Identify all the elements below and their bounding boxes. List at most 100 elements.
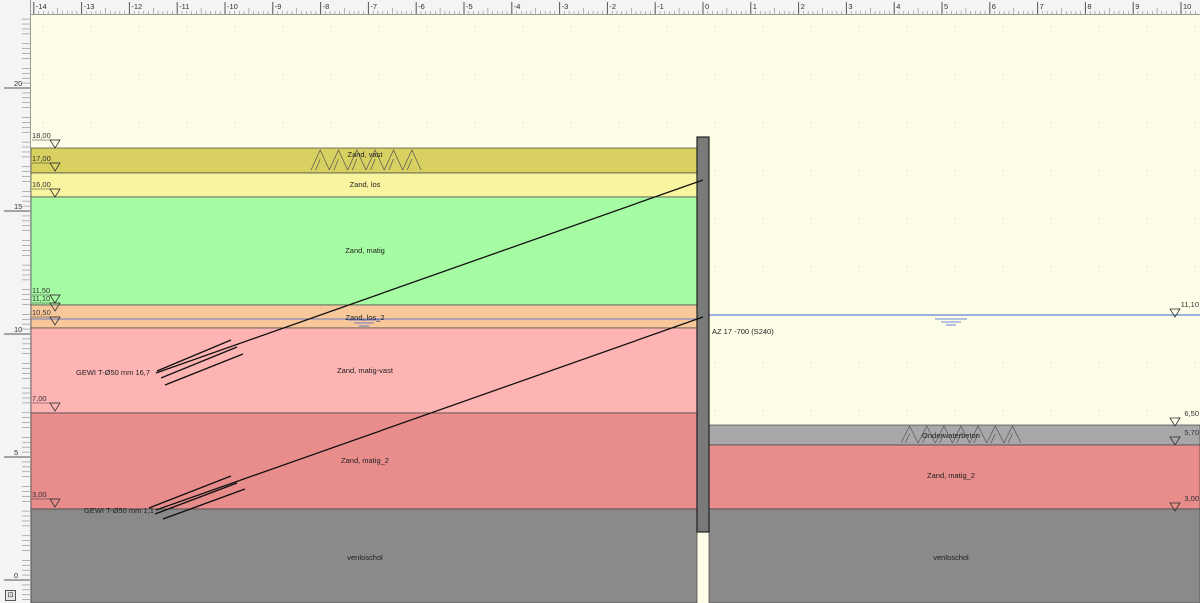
ruler-x-tick-label: -7 bbox=[370, 2, 377, 11]
ruler-x-tick-label: -5 bbox=[466, 2, 473, 11]
grid-dot bbox=[810, 362, 812, 364]
grid-dot bbox=[858, 122, 860, 124]
grid-dot bbox=[714, 410, 716, 412]
grid-dot bbox=[666, 74, 668, 76]
grid-dot bbox=[1098, 362, 1100, 364]
grid-dot bbox=[762, 74, 764, 76]
grid-dot bbox=[1002, 74, 1004, 76]
grid-dot bbox=[90, 122, 92, 124]
grid-dot bbox=[378, 122, 380, 124]
vertical-ruler-scale: 20 15 10 5 0 bbox=[4, 18, 30, 600]
grid-dot bbox=[714, 266, 716, 268]
grid-dot bbox=[1050, 410, 1052, 412]
ruler-x-tick-label: 10 bbox=[1183, 2, 1191, 11]
grid-dot bbox=[330, 74, 332, 76]
grid-dot bbox=[954, 266, 956, 268]
grid-dot bbox=[1194, 218, 1196, 220]
grid-dot bbox=[906, 266, 908, 268]
grid-dot bbox=[474, 26, 476, 28]
grid-dot bbox=[810, 266, 812, 268]
grid-dot bbox=[138, 122, 140, 124]
ruler-y-tick-label: 15 bbox=[14, 202, 22, 211]
vertical-ruler: 20 15 10 5 0 bbox=[0, 0, 31, 603]
grid-dot bbox=[1002, 170, 1004, 172]
grid-dot bbox=[906, 26, 908, 28]
grid-dot bbox=[474, 74, 476, 76]
grid-dot bbox=[762, 362, 764, 364]
grid-dot bbox=[1098, 74, 1100, 76]
level-label: 3,00 bbox=[32, 490, 47, 499]
grid-dot bbox=[714, 74, 716, 76]
grid-dot bbox=[42, 122, 44, 124]
ruler-x-tick-label: -4 bbox=[514, 2, 521, 11]
grid-dot bbox=[858, 26, 860, 28]
sheet-pile-label: AZ 17 -700 (S240) bbox=[712, 327, 774, 336]
left-soil-label: Zand, los bbox=[350, 180, 381, 189]
grid-dot bbox=[1146, 410, 1148, 412]
ruler-x-tick-label: -14 bbox=[36, 2, 47, 11]
level-label: 18,00 bbox=[32, 131, 51, 140]
ruler-x-tick-label: 7 bbox=[1040, 2, 1044, 11]
grid-dot bbox=[234, 74, 236, 76]
grid-dot bbox=[1146, 362, 1148, 364]
grid-dot bbox=[1146, 122, 1148, 124]
level-label: 6,50 bbox=[1184, 409, 1199, 418]
sheet-pile[interactable] bbox=[696, 136, 710, 533]
ruler-x-tick-label: 4 bbox=[896, 2, 900, 11]
grid-dot bbox=[1146, 74, 1148, 76]
ruler-x-tick-label: 6 bbox=[992, 2, 996, 11]
drawing-canvas[interactable]: AZ 17 -700 (S240) GEWI T-Ø50 mm 16,7 GEWI… bbox=[31, 15, 1200, 603]
grid-dot bbox=[906, 122, 908, 124]
grid-dot bbox=[954, 362, 956, 364]
grid-dot bbox=[186, 122, 188, 124]
ruler-x-tick-label: 8 bbox=[1087, 2, 1091, 11]
grid-dot bbox=[1050, 122, 1052, 124]
grid-dot bbox=[954, 170, 956, 172]
left-soil-label: venloschol bbox=[347, 553, 383, 562]
horizontal-ruler-scale: -14 -13 -12 -11 -10 -9 -8 -7 -6 -5 -4 -3 -2 -1 0 1 2 3 4 5 6… bbox=[33, 2, 1196, 14]
grid-dot bbox=[90, 74, 92, 76]
ruler-y-tick-label: 0 bbox=[14, 571, 18, 580]
ruler-y-tick-label: 5 bbox=[14, 448, 18, 457]
grid-dot bbox=[666, 122, 668, 124]
grid-dot bbox=[1146, 26, 1148, 28]
ruler-x-tick-label: 1 bbox=[753, 2, 757, 11]
corner-button[interactable]: ⊡ bbox=[5, 590, 16, 601]
left-soil-label: Zand, los_2 bbox=[345, 313, 384, 322]
grid-dot bbox=[810, 410, 812, 412]
grid-dot bbox=[186, 26, 188, 28]
level-label: 3,00 bbox=[1184, 494, 1199, 503]
grid-dot bbox=[906, 362, 908, 364]
soil-layers bbox=[31, 15, 1200, 603]
grid-dot bbox=[1050, 218, 1052, 220]
grid-dot bbox=[1050, 26, 1052, 28]
grid-dot bbox=[1002, 410, 1004, 412]
grid-dot bbox=[810, 74, 812, 76]
grid-dot bbox=[762, 218, 764, 220]
grid-dot bbox=[1098, 218, 1100, 220]
grid-dot bbox=[234, 122, 236, 124]
ruler-x-tick-label: -12 bbox=[131, 2, 142, 11]
grid-dot bbox=[138, 74, 140, 76]
grid-dot bbox=[234, 26, 236, 28]
level-label: 11,10 bbox=[1181, 300, 1199, 309]
ruler-x-tick-label: 3 bbox=[848, 2, 852, 11]
grid-dot bbox=[906, 410, 908, 412]
grid-dot bbox=[1194, 170, 1196, 172]
grid-dot bbox=[954, 410, 956, 412]
grid-dot bbox=[762, 26, 764, 28]
ruler-x-tick-label: 2 bbox=[801, 2, 805, 11]
grid-dot bbox=[810, 122, 812, 124]
ruler-x-tick-label: -10 bbox=[227, 2, 238, 11]
grid-dot bbox=[906, 170, 908, 172]
grid-dot bbox=[330, 26, 332, 28]
grid-dot bbox=[810, 218, 812, 220]
ruler-x-tick-label: -13 bbox=[84, 2, 95, 11]
grid-dot bbox=[714, 218, 716, 220]
grid-dot bbox=[954, 74, 956, 76]
grid-dot bbox=[1098, 122, 1100, 124]
grid-dot bbox=[906, 218, 908, 220]
grid-dot bbox=[90, 26, 92, 28]
grid-dot bbox=[762, 122, 764, 124]
geotechnical-cross-section-view: -14 -13 -12 -11 -10 -9 -8 -7 -6 -5 -4 -3 -2 -1 0 1 2 3 4 5 6… bbox=[0, 0, 1200, 603]
